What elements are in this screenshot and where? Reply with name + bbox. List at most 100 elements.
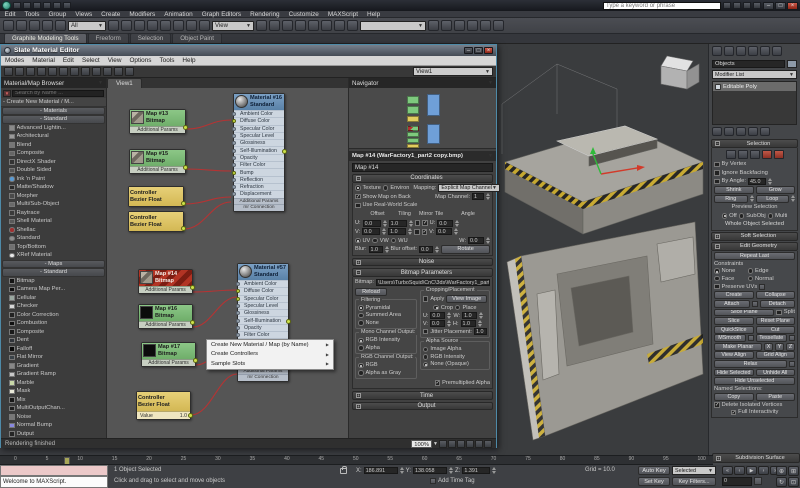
environ-radio[interactable] <box>383 185 389 191</box>
output-socket[interactable] <box>282 149 287 154</box>
browser-item-gradient[interactable]: Gradient <box>1 362 106 371</box>
copy-button[interactable]: Copy <box>714 393 754 401</box>
slate-view-dropdown[interactable]: View1▼ <box>413 67 493 76</box>
browser-item-noise[interactable]: Noise <box>1 413 106 422</box>
texture-radio[interactable] <box>355 185 361 191</box>
spinner[interactable] <box>750 195 754 202</box>
grid-align-button[interactable]: Grid Align <box>756 351 796 359</box>
save-file-icon[interactable] <box>33 2 41 9</box>
ribbon-tab-graphite-modeling-tools[interactable]: Graphite Modeling Tools <box>4 33 87 43</box>
menu-animation[interactable]: Animation <box>160 11 197 18</box>
summed-area-radio[interactable] <box>358 313 364 319</box>
menu-edit[interactable]: Edit <box>0 11 20 18</box>
ignore-backfacing-checkbox[interactable] <box>714 170 720 176</box>
create-button[interactable]: Create <box>714 291 754 299</box>
relax-button[interactable]: Relax <box>714 360 787 368</box>
preserve-uvs-settings-icon[interactable] <box>759 284 765 290</box>
minimize-icon[interactable]: – <box>763 2 774 10</box>
show-shaded-material-in-viewport-icon[interactable] <box>81 67 90 76</box>
browser-item-raytrace[interactable]: Raytrace <box>1 209 106 218</box>
spinner[interactable] <box>455 220 459 227</box>
utilities-icon[interactable] <box>772 46 782 56</box>
navigator-minimap[interactable] <box>349 88 496 149</box>
browser-item-combustion[interactable]: Combustion <box>1 319 106 328</box>
browser-item-flat-mirror[interactable]: Flat Mirror <box>1 353 106 362</box>
node-material-16[interactable]: Material #16Standard Ambient ColorDiffus… <box>233 93 285 212</box>
msmooth-button[interactable]: MSmooth <box>714 334 746 342</box>
shrink-button[interactable]: Shrink <box>714 186 754 194</box>
spinner[interactable] <box>449 467 453 474</box>
element-icon[interactable] <box>774 150 784 159</box>
collapse-button[interactable]: Collapse <box>756 291 796 299</box>
place-radio[interactable] <box>455 305 461 311</box>
browser-item-bitmap[interactable]: Bitmap <box>1 277 106 286</box>
menu-group[interactable]: Group <box>44 11 71 18</box>
node-controller-1[interactable]: ControllerBezier Float <box>128 186 184 207</box>
open-file-icon[interactable] <box>23 2 31 9</box>
browser-header[interactable]: Material/Map Browser▼ <box>1 78 106 88</box>
browser-item-xref-material[interactable]: XRef Material <box>1 251 106 260</box>
constraint-face-radio[interactable] <box>714 276 720 282</box>
slate-menu-edit[interactable]: Edit <box>59 57 78 64</box>
slot-glossiness[interactable]: Glossiness <box>234 139 284 146</box>
select-by-name-icon[interactable] <box>55 20 66 31</box>
slot-diffuse-color[interactable]: Diffuse Color <box>234 117 284 124</box>
node-controller-2[interactable]: ControllerBezier Float <box>128 211 184 232</box>
slate-menu-tools[interactable]: Tools <box>155 57 178 64</box>
angle-v-field[interactable]: 0.0 <box>436 228 452 235</box>
slate-titlebar[interactable]: Slate Material Editor –□× <box>1 45 496 56</box>
navigator-header[interactable]: Navigator▼ <box>349 78 496 88</box>
slice-plane-button[interactable]: Slice Plane <box>714 309 774 317</box>
set-key-button[interactable]: Set Key <box>638 477 670 486</box>
pyramidal-radio[interactable] <box>358 305 364 311</box>
input-socket[interactable] <box>232 127 236 131</box>
browser-group-maps-standard[interactable]: - Standard <box>2 268 105 277</box>
move-children-icon[interactable] <box>59 67 68 76</box>
ring-button[interactable]: Ring <box>714 195 748 203</box>
input-socket[interactable] <box>232 141 236 145</box>
split-checkbox[interactable] <box>776 310 782 316</box>
paste-button[interactable]: Paste <box>756 393 796 401</box>
select-and-move-icon[interactable] <box>134 20 145 31</box>
tab-view1[interactable]: View1 <box>107 78 142 88</box>
modifier-list-dropdown[interactable]: Modifier List▼ <box>712 70 797 79</box>
image-alpha-radio[interactable] <box>423 347 429 353</box>
node-canvas[interactable]: Map #13Bitmap Additional Params Map #15B… <box>107 88 348 438</box>
browser-item-advanced-lightin[interactable]: Advanced Lightin... <box>1 124 106 133</box>
application-button-icon[interactable] <box>2 1 11 10</box>
additional-params-strip[interactable]: Additional Params <box>130 166 185 173</box>
slot-bump[interactable]: Bump <box>234 168 284 175</box>
mono-alpha-radio[interactable] <box>358 345 364 351</box>
spinner[interactable] <box>382 228 386 235</box>
track-bar[interactable]: 0510152025303540455055606570758085909510… <box>0 455 713 465</box>
help-icon[interactable] <box>753 2 761 9</box>
browser-item-blend[interactable]: Blend <box>1 141 106 150</box>
slate-menu-material[interactable]: Material <box>28 57 59 64</box>
selected-set-dropdown[interactable]: Selected▼ <box>672 466 716 475</box>
menu-customize[interactable]: Customize <box>284 11 323 18</box>
full-interactivity-checkbox[interactable]: ✓ <box>731 410 737 416</box>
reset-plane-button[interactable]: Reset Plane <box>756 317 796 325</box>
favorites-icon[interactable] <box>743 2 751 9</box>
input-socket[interactable] <box>232 119 236 123</box>
tiling-v-field[interactable]: 1.0 <box>388 228 406 235</box>
close-icon[interactable]: × <box>787 2 798 10</box>
planar-x-button[interactable]: X <box>764 343 773 351</box>
slot-self-illumination[interactable]: Self-Illumination <box>234 146 284 153</box>
node-map14-selected[interactable]: Map #14Bitmap Additional Params <box>138 269 193 294</box>
rollout-time[interactable]: +Time <box>352 391 493 400</box>
project-folder-icon[interactable] <box>63 2 71 9</box>
undo-scene-icon[interactable] <box>43 2 51 9</box>
alpha-as-gray-radio[interactable] <box>358 370 364 376</box>
bitmap-path-field[interactable]: \Users\TurboSquid\CnC\3ds\WarFactory1_pa… <box>376 279 490 286</box>
input-socket[interactable] <box>232 171 236 175</box>
selection-filter-dropdown[interactable]: All▼ <box>68 21 106 31</box>
preview-off-radio[interactable] <box>722 213 728 219</box>
browser-item-composite[interactable]: Composite <box>1 149 106 158</box>
angle-w-field[interactable]: 0.0 <box>468 237 484 244</box>
slot-diffuse-color[interactable]: Diffuse Color <box>238 287 288 294</box>
vw-radio[interactable] <box>372 238 378 244</box>
output-socket[interactable] <box>183 165 188 170</box>
msmooth-settings-icon[interactable] <box>748 335 754 341</box>
layer-manager-icon[interactable] <box>334 20 345 31</box>
